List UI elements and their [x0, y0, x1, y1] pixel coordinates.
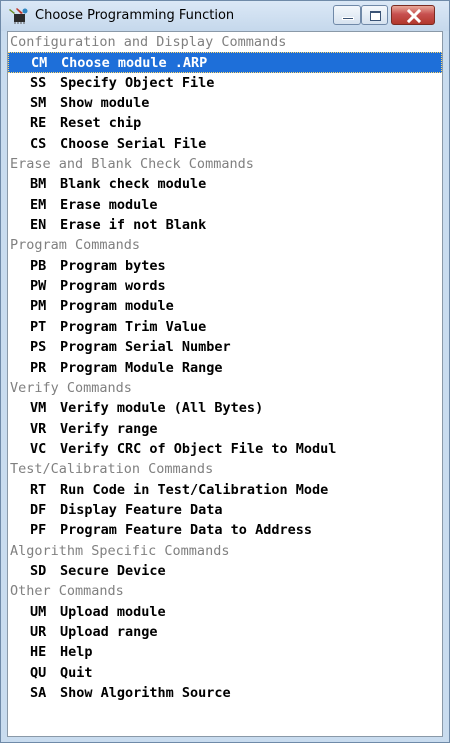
command-code: EN — [30, 217, 47, 234]
chip-wrench-icon — [9, 8, 28, 24]
command-code: QU — [30, 664, 47, 681]
command-code: EM — [30, 196, 47, 213]
command-label: Run Code in Test/Calibration Mode — [60, 481, 329, 498]
command-code: SS — [30, 74, 47, 91]
maximize-button[interactable] — [361, 5, 388, 25]
command-item-en[interactable]: EN Erase if not Blank — [8, 215, 442, 235]
command-label: Verify module (All Bytes) — [60, 400, 264, 417]
command-code: UR — [30, 623, 47, 640]
command-label: Verify CRC of Object File to Modul — [60, 440, 337, 457]
command-item-cm[interactable]: CM Choose module .ARP — [8, 52, 442, 73]
command-item-pb[interactable]: PB Program bytes — [8, 256, 442, 276]
command-code: PW — [30, 278, 47, 295]
close-button[interactable] — [391, 5, 435, 25]
section-header[interactable]: Program Commands — [8, 235, 442, 255]
command-label: Help — [60, 644, 93, 661]
command-item-he[interactable]: HE Help — [8, 642, 442, 662]
command-code: CS — [30, 135, 47, 152]
command-item-ur[interactable]: UR Upload range — [8, 622, 442, 642]
command-label: Quit — [60, 664, 93, 681]
maximize-icon — [370, 11, 381, 21]
command-item-df[interactable]: DF Display Feature Data — [8, 500, 442, 520]
command-code: VM — [30, 400, 47, 417]
command-item-re[interactable]: RE Reset chip — [8, 113, 442, 133]
title-bar[interactable]: Choose Programming Function — [1, 1, 449, 31]
command-code: VC — [30, 440, 47, 457]
command-label: Secure Device — [60, 562, 166, 579]
dialog-window: Choose Programming Function Configuratio… — [0, 0, 450, 743]
command-label: Verify range — [60, 420, 158, 437]
command-code: DF — [30, 501, 47, 518]
command-label: Program Feature Data to Address — [60, 522, 312, 539]
command-code: PM — [30, 298, 47, 315]
command-label: Erase module — [60, 196, 158, 213]
command-label: Display Feature Data — [60, 501, 223, 518]
command-label: Upload range — [60, 623, 158, 640]
command-label: Blank check module — [60, 176, 207, 193]
command-code: PT — [30, 318, 47, 335]
command-item-pw[interactable]: PW Program words — [8, 276, 442, 296]
command-label: Program Module Range — [60, 359, 223, 376]
command-item-sa[interactable]: SA Show Algorithm Source — [8, 683, 442, 703]
command-code: VR — [30, 420, 47, 437]
command-label: Program bytes — [60, 257, 166, 274]
command-label: Upload module — [60, 603, 166, 620]
command-item-vm[interactable]: VM Verify module (All Bytes) — [8, 398, 442, 418]
window-title: Choose Programming Function — [35, 8, 235, 23]
command-label: Reset chip — [60, 115, 142, 132]
command-list: Configuration and Display Commands CM Choo… — [8, 32, 442, 703]
command-label: Show Algorithm Source — [60, 685, 231, 701]
command-item-ss[interactable]: SS Specify Object File — [8, 73, 442, 93]
command-label: Program module — [60, 298, 174, 315]
command-item-um[interactable]: UM Upload module — [8, 602, 442, 622]
section-header[interactable]: Configuration and Display Commands — [8, 32, 442, 52]
command-label: Show module — [60, 95, 150, 112]
command-item-qu[interactable]: QU Quit — [8, 663, 442, 683]
command-item-sm[interactable]: SM Show module — [8, 93, 442, 113]
section-header[interactable]: Algorithm Specific Commands — [8, 541, 442, 561]
command-item-ps[interactable]: PS Program Serial Number — [8, 337, 442, 357]
command-label: Program words — [60, 278, 166, 295]
command-item-cs[interactable]: CS Choose Serial File — [8, 134, 442, 154]
command-code: RT — [30, 481, 47, 498]
command-item-vc[interactable]: VC Verify CRC of Object File to Modul — [8, 439, 442, 459]
command-code: PS — [30, 339, 47, 356]
command-label: Erase if not Blank — [60, 217, 207, 234]
command-label: Program Serial Number — [60, 339, 231, 356]
command-label: Program Trim Value — [60, 318, 207, 335]
minimize-icon — [342, 17, 354, 20]
command-item-pr[interactable]: PR Program Module Range — [8, 358, 442, 378]
section-header[interactable]: Erase and Blank Check Commands — [8, 154, 442, 174]
command-code: UM — [30, 603, 47, 620]
command-item-pt[interactable]: PT Program Trim Value — [8, 317, 442, 337]
command-item-sd[interactable]: SD Secure Device — [8, 561, 442, 581]
command-code: RE — [30, 115, 47, 132]
command-list-box[interactable]: Configuration and Display Commands CM Choo… — [7, 31, 443, 737]
command-code: HE — [30, 644, 47, 661]
close-icon — [406, 8, 422, 24]
command-item-rt[interactable]: RT Run Code in Test/Calibration Mode — [8, 480, 442, 500]
section-header[interactable]: Verify Commands — [8, 378, 442, 398]
minimize-button[interactable] — [333, 5, 361, 25]
command-code: CM — [31, 55, 48, 72]
section-header[interactable]: Other Commands — [8, 581, 442, 601]
command-code: SD — [30, 562, 47, 579]
command-item-bm[interactable]: BM Blank check module — [8, 174, 442, 194]
command-item-em[interactable]: EM Erase module — [8, 195, 442, 215]
command-label: Specify Object File — [60, 74, 215, 91]
command-item-pf[interactable]: PF Program Feature Data to Address — [8, 520, 442, 540]
command-code: BM — [30, 176, 47, 193]
section-header[interactable]: Test/Calibration Commands — [8, 459, 442, 479]
command-code: SA — [30, 685, 47, 701]
command-code: PB — [30, 257, 47, 274]
command-label: Choose module .ARP — [61, 55, 208, 72]
command-code: PF — [30, 522, 47, 539]
command-label: Choose Serial File — [60, 135, 207, 152]
command-item-vr[interactable]: VR Verify range — [8, 419, 442, 439]
command-item-pm[interactable]: PM Program module — [8, 296, 442, 316]
command-code: SM — [30, 95, 47, 112]
command-code: PR — [30, 359, 47, 376]
